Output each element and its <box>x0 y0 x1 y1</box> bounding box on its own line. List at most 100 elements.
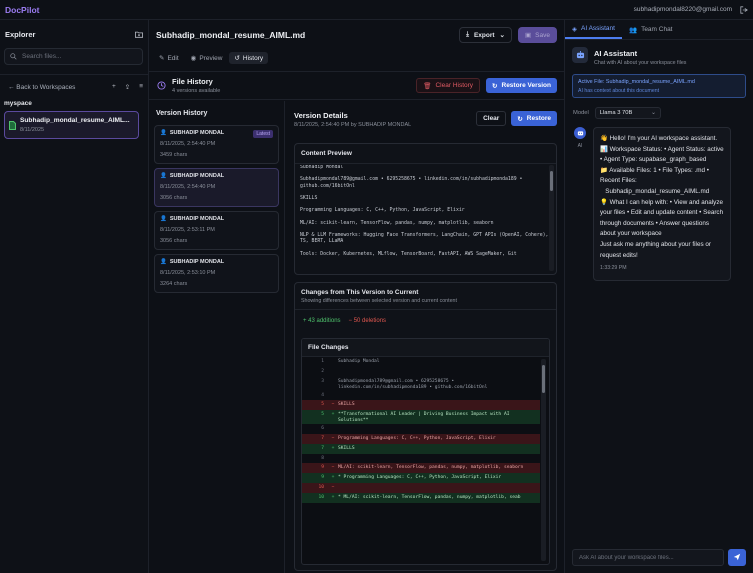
folder-icon[interactable] <box>135 31 143 38</box>
version-date: 8/11/2025, 2:53:10 PM <box>160 270 216 276</box>
tab-team-chat[interactable]: 👥 Team Chat <box>622 20 680 39</box>
explorer-header: Explorer <box>0 20 148 39</box>
file-changes-title: File Changes <box>302 339 549 357</box>
clear-history-button[interactable]: 🗑 Clear History <box>416 78 481 93</box>
trash-icon: 🗑 <box>423 82 432 90</box>
save-button[interactable]: ▣ Save <box>518 27 557 43</box>
file-icon <box>9 117 16 133</box>
line-code: Subhadipmondal789@gmail.com • 6295258675… <box>338 378 488 390</box>
line-code: * ML/AI: scikit-learn, TensorFlow, panda… <box>338 494 521 500</box>
version-details-subtitle: 8/11/2025, 2:54:40 PM by SUBHADIP MONDAL <box>294 122 412 128</box>
send-button[interactable] <box>728 549 746 566</box>
edit-icon: ✎ <box>159 55 165 62</box>
back-to-workspaces[interactable]: ← Back to Workspaces <box>8 84 75 91</box>
scrollbar-thumb[interactable] <box>550 171 553 191</box>
message-line: 📁 Available Files: 1 • File Types: .md •… <box>600 166 709 185</box>
diff-line: 8 <box>302 454 540 464</box>
version-card[interactable]: 👤 SUBHADIP MONDAL 8/11/2025, 2:53:10 PM 3… <box>154 254 279 293</box>
active-file: Active File: Subhadip_mondal_resume_AIML… <box>578 79 695 85</box>
user-email: subhadipmondal8220@gmail.com <box>633 6 732 13</box>
assistant-subtitle: Chat with AI about your workspace files <box>594 60 687 66</box>
message-line: Subhadip_mondal_resume_AIML.md <box>600 187 710 195</box>
search-input[interactable] <box>22 53 137 60</box>
version-date: 8/11/2025, 2:54:40 PM <box>160 184 216 190</box>
export-button[interactable]: ⤓ Export ⌄ <box>459 27 512 43</box>
scrollbar-thumb[interactable] <box>542 365 545 393</box>
workspace-nav: ← Back to Workspaces + ⇪ ≡ <box>0 75 148 91</box>
tab-history[interactable]: ↺ History <box>229 52 269 64</box>
line-number: 10 <box>318 484 324 490</box>
restore-version-button[interactable]: ↻ Restore Version <box>486 78 557 93</box>
line-number: 10 <box>318 494 324 500</box>
history-icon: ↺ <box>234 55 240 62</box>
model-value: Llama 3 70B <box>599 110 633 116</box>
version-card[interactable]: 👤 SUBHADIP MONDAL 8/11/2025, 2:53:11 PM 3… <box>154 211 279 250</box>
restore-button[interactable]: ↻ Restore <box>511 111 557 126</box>
versions-count: 4 versions available <box>172 88 221 94</box>
user-icon: 👤 <box>160 173 167 179</box>
tab-edit[interactable]: ✎ Edit <box>154 52 184 64</box>
line-number: 3 <box>321 378 324 384</box>
diff-line-removed: 10 − <box>302 482 540 493</box>
changes-panel: Changes from This Version to Current Sho… <box>294 282 557 571</box>
content-preview-title: Content Preview <box>295 144 556 164</box>
file-search[interactable] <box>4 48 143 65</box>
assistant-header: AI Assistant Chat with AI about your wor… <box>565 40 753 66</box>
diff-line: 3 Subhadipmondal789@gmail.com • 629525867… <box>302 377 540 391</box>
diff-line-added: 10 + * ML/AI: scikit-learn, TensorFlow, pa… <box>302 492 540 503</box>
chevron-down-icon: ⌄ <box>650 110 656 116</box>
file-header: Subhadip_mondal_resume_AIML.md ⤓ Export … <box>149 20 564 50</box>
content-preview: Content Preview Subhadip Mondal Subhadip… <box>294 143 557 275</box>
line-code: * Programming Languages: C, C++, Python,… <box>338 475 502 481</box>
explorer-title: Explorer <box>5 30 36 39</box>
line-code: SKILLS <box>338 445 355 451</box>
restore-label: Restore <box>526 115 551 122</box>
chat-input-box[interactable] <box>572 549 724 566</box>
chat-input[interactable] <box>579 554 717 561</box>
deletions-count: − 50 deletions <box>348 318 387 324</box>
version-author: SUBHADIP MONDAL <box>169 130 225 136</box>
line-code: ML/AI: scikit-learn, TensorFlow, pandas,… <box>338 465 524 471</box>
diff-line-added: 5 + **Transformational AI Leader | Driving… <box>302 410 540 425</box>
version-card[interactable]: 👤 SUBHADIP MONDAL Latest 8/11/2025, 2:54:… <box>154 125 279 164</box>
file-item[interactable]: Subhadip_mondal_resume_AIML... 8/11/2025 <box>4 111 139 139</box>
version-chars: 3056 chars <box>160 195 188 201</box>
diff-sign: + <box>331 475 335 481</box>
save-label: Save <box>535 31 550 39</box>
restore-version-label: Restore Version <box>501 82 552 89</box>
download-icon: ⤓ <box>466 31 469 38</box>
restore-icon: ↻ <box>492 82 498 90</box>
upload-icon[interactable]: ⇪ <box>125 83 130 91</box>
version-author: SUBHADIP MONDAL <box>169 173 225 179</box>
add-icon[interactable]: + <box>112 83 116 91</box>
preview-scrollbar[interactable] <box>549 165 554 271</box>
message-line: 💡 What I can help with: • View and analy… <box>600 198 724 238</box>
bot-label: AI <box>577 143 583 149</box>
line-number: 7 <box>321 445 324 451</box>
version-card-selected[interactable]: 👤 SUBHADIP MONDAL 8/11/2025, 2:54:40 PM 3… <box>154 168 279 207</box>
version-date: 8/11/2025, 2:53:11 PM <box>160 227 215 233</box>
diff-line-added: 9 + * Programming Languages: C, C++, Pytho… <box>302 473 540 483</box>
line-number: 5 <box>321 412 324 418</box>
diff-scrollbar[interactable] <box>541 359 546 561</box>
assistant-panel: ◈ AI Assistant 👥 Team Chat AI Assistant Ch… <box>565 20 753 573</box>
logout-icon[interactable] <box>740 5 748 14</box>
bot-icon <box>572 47 588 63</box>
app-logo[interactable]: DocPilot <box>5 5 39 15</box>
active-file-note: AI has context about this document <box>578 88 660 94</box>
line-number: 8 <box>321 455 324 461</box>
file-date: 8/11/2025 <box>20 127 45 133</box>
diff-line-removed: 9 − ML/AI: scikit-learn, TensorFlow, panda… <box>302 463 540 474</box>
tab-preview[interactable]: ◉ Preview <box>186 52 228 64</box>
bot-avatar: AI <box>573 127 587 281</box>
restore-icon: ↻ <box>517 115 523 123</box>
line-number: 1 <box>321 359 324 364</box>
database-icon[interactable]: ≡ <box>139 83 143 91</box>
file-title: Subhadip_mondal_resume_AIML.md <box>156 30 306 40</box>
message-line: 📊 Workspace Status: • Agent Status: acti… <box>600 145 724 164</box>
tab-ai-assistant[interactable]: ◈ AI Assistant <box>565 20 622 39</box>
model-select[interactable]: Llama 3 70B ⌄ <box>594 107 661 119</box>
editor-tabs: ✎ Edit ◉ Preview ↺ History <box>149 50 564 66</box>
clear-button[interactable]: Clear <box>476 111 507 126</box>
diff-line-removed: 5 − SKILLS <box>302 400 540 411</box>
